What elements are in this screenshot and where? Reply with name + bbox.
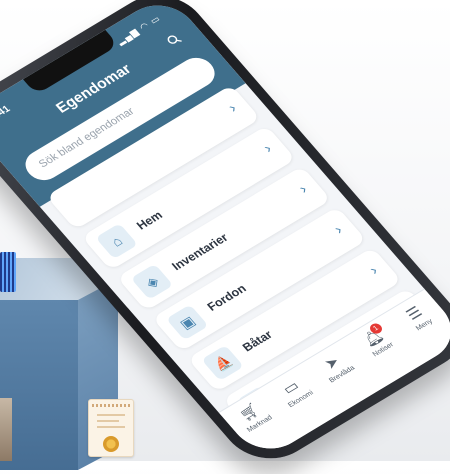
certificate-seal-icon xyxy=(103,436,119,452)
certificate-line xyxy=(97,414,125,416)
chevron-right-icon: › xyxy=(224,100,241,116)
photo-tile-image xyxy=(0,398,12,461)
boat-icon: ⛵ xyxy=(201,345,244,381)
scene: 9:41 ▂▄▆ ◠ ▭ Egendomar Sök bland egendom… xyxy=(0,0,450,474)
chevron-right-icon: › xyxy=(260,140,276,157)
list-item-label: Fordon xyxy=(204,281,250,314)
certificate-line xyxy=(97,426,125,428)
chevron-right-icon: › xyxy=(365,262,382,279)
certificate-icon xyxy=(88,399,134,457)
list-item-label: Inventarier xyxy=(168,230,231,273)
list-item-label: Hem xyxy=(133,208,166,233)
truck-icon: ▣ xyxy=(165,304,209,341)
status-time: 9:41 xyxy=(0,103,13,123)
circuit-chip-image xyxy=(0,252,16,292)
certificate-edge xyxy=(92,404,130,407)
chevron-right-icon: › xyxy=(330,222,347,238)
box-icon: ◈ xyxy=(130,263,174,300)
certificate-line xyxy=(97,420,119,422)
list-item-label: Båtar xyxy=(239,327,276,355)
chevron-right-icon: › xyxy=(295,181,311,197)
home-icon: ⌂ xyxy=(95,223,139,260)
